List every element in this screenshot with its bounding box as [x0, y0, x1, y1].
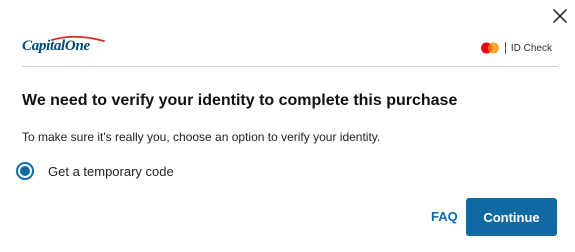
faq-link[interactable]: FAQ: [431, 209, 458, 224]
id-check-separator: [504, 42, 506, 54]
close-button[interactable]: [552, 8, 568, 24]
option-label: Get a temporary code: [48, 163, 174, 179]
mastercard-icon: [480, 42, 500, 54]
capital-one-swoosh-icon: [51, 35, 105, 42]
mastercard-id-check: ID Check: [480, 40, 552, 56]
dialog-subtitle: To make sure it's really you, choose an …: [22, 130, 381, 144]
temporary-code-radio[interactable]: [16, 162, 34, 180]
option-temporary-code[interactable]: Get a temporary code: [16, 161, 174, 181]
dialog-header: CapitalOne ID Check: [22, 34, 558, 64]
close-icon[interactable]: [552, 8, 568, 24]
id-check-label: ID Check: [510, 42, 552, 54]
header-divider: [22, 66, 558, 67]
capital-one-logo: CapitalOne: [22, 34, 122, 60]
continue-button[interactable]: Continue: [466, 198, 557, 236]
verification-dialog: CapitalOne ID Check We need to verify yo…: [0, 0, 575, 252]
dialog-title: We need to verify your identity to compl…: [22, 92, 458, 109]
